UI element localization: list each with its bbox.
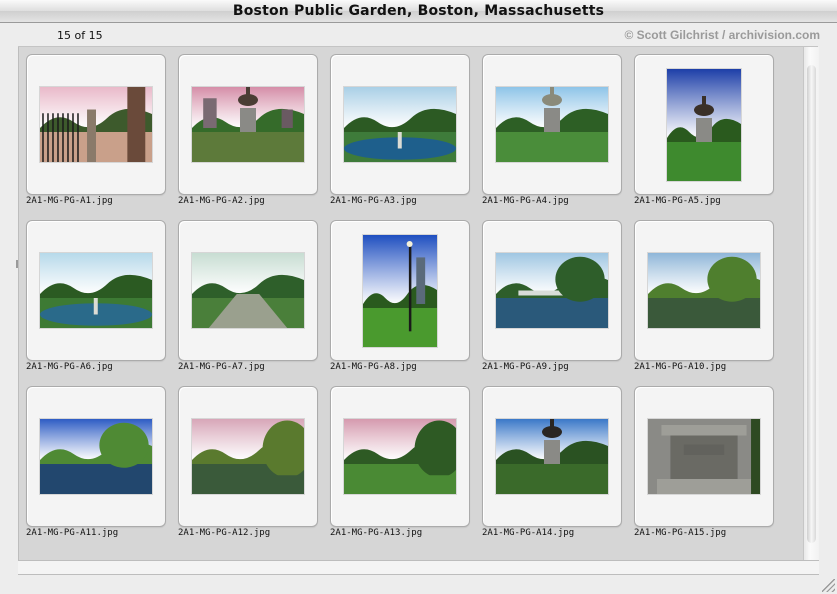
resize-grip-icon[interactable] — [822, 579, 835, 592]
thumbnail-item[interactable]: 2A1-MG-PG-A12.jpg — [178, 386, 318, 546]
thumbnail-image[interactable] — [192, 87, 304, 162]
copyright-notice: © Scott Gilchrist / archivision.com — [624, 28, 820, 42]
thumbnail-item[interactable]: 2A1-MG-PG-A11.jpg — [26, 386, 166, 546]
slide-mount[interactable] — [330, 54, 470, 195]
thumbnail-image[interactable] — [40, 87, 152, 162]
thumbnail-item[interactable]: 2A1-MG-PG-A7.jpg — [178, 220, 318, 380]
thumbnail-image[interactable] — [344, 87, 456, 162]
slide-mount[interactable] — [26, 220, 166, 361]
slide-mount[interactable] — [178, 54, 318, 195]
panel-edge-marker — [16, 260, 19, 268]
thumbnail-filename: 2A1-MG-PG-A8.jpg — [330, 362, 417, 372]
thumbnail-filename: 2A1-MG-PG-A5.jpg — [634, 196, 721, 206]
slide-mount[interactable] — [634, 220, 774, 361]
thumbnail-image[interactable] — [648, 253, 760, 328]
thumbnail-filename: 2A1-MG-PG-A13.jpg — [330, 528, 423, 538]
slide-mount[interactable] — [26, 386, 166, 527]
thumbnail-filename: 2A1-MG-PG-A7.jpg — [178, 362, 265, 372]
window-title-bar[interactable]: Boston Public Garden, Boston, Massachuse… — [0, 0, 837, 23]
thumbnail-item[interactable]: 2A1-MG-PG-A5.jpg — [634, 54, 774, 214]
thumbnail-image[interactable] — [648, 419, 760, 494]
image-count: 15 of 15 — [57, 29, 103, 42]
thumbnail-image[interactable] — [496, 253, 608, 328]
info-bar: 15 of 15 © Scott Gilchrist / archivision… — [0, 24, 837, 48]
slide-mount[interactable] — [634, 386, 774, 527]
thumbnail-item[interactable]: 2A1-MG-PG-A9.jpg — [482, 220, 622, 380]
thumbnail-filename: 2A1-MG-PG-A10.jpg — [634, 362, 727, 372]
slide-mount[interactable] — [178, 220, 318, 361]
thumbnail-filename: 2A1-MG-PG-A12.jpg — [178, 528, 271, 538]
slide-mount[interactable] — [26, 54, 166, 195]
thumbnail-image[interactable] — [40, 253, 152, 328]
thumbnail-item[interactable]: 2A1-MG-PG-A14.jpg — [482, 386, 622, 546]
slide-mount[interactable] — [482, 220, 622, 361]
thumbnail-item[interactable]: 2A1-MG-PG-A13.jpg — [330, 386, 470, 546]
thumbnail-filename: 2A1-MG-PG-A4.jpg — [482, 196, 569, 206]
slide-mount[interactable] — [330, 386, 470, 527]
horizontal-scrollbar[interactable] — [18, 560, 819, 575]
thumbnail-image[interactable] — [496, 87, 608, 162]
thumbnail-filename: 2A1-MG-PG-A3.jpg — [330, 196, 417, 206]
thumbnail-image[interactable] — [667, 69, 741, 181]
thumbnail-image[interactable] — [192, 253, 304, 328]
thumbnail-image[interactable] — [496, 419, 608, 494]
thumbnail-filename: 2A1-MG-PG-A9.jpg — [482, 362, 569, 372]
thumbnail-filename: 2A1-MG-PG-A14.jpg — [482, 528, 575, 538]
thumbnail-filename: 2A1-MG-PG-A11.jpg — [26, 528, 119, 538]
slide-mount[interactable] — [330, 220, 470, 361]
thumbnail-item[interactable]: 2A1-MG-PG-A2.jpg — [178, 54, 318, 214]
thumbnail-item[interactable]: 2A1-MG-PG-A3.jpg — [330, 54, 470, 214]
thumbnail-item[interactable]: 2A1-MG-PG-A6.jpg — [26, 220, 166, 380]
thumbnail-image[interactable] — [344, 419, 456, 494]
thumbnail-item[interactable]: 2A1-MG-PG-A10.jpg — [634, 220, 774, 380]
thumbnail-image[interactable] — [363, 235, 437, 347]
slide-mount[interactable] — [634, 54, 774, 195]
thumbnail-filename: 2A1-MG-PG-A6.jpg — [26, 362, 113, 372]
thumbnail-item[interactable]: 2A1-MG-PG-A8.jpg — [330, 220, 470, 380]
window-title: Boston Public Garden, Boston, Massachuse… — [232, 3, 605, 19]
thumbnail-filename: 2A1-MG-PG-A1.jpg — [26, 196, 113, 206]
slide-mount[interactable] — [482, 386, 622, 527]
thumbnail-item[interactable]: 2A1-MG-PG-A15.jpg — [634, 386, 774, 546]
thumbnail-grid: 2A1-MG-PG-A1.jpg 2A1-MG-PG-A2.jpg 2A1-MG… — [18, 47, 803, 560]
thumbnail-image[interactable] — [40, 419, 152, 494]
slide-mount[interactable] — [178, 386, 318, 527]
thumbnail-item[interactable]: 2A1-MG-PG-A4.jpg — [482, 54, 622, 214]
thumbnail-image[interactable] — [192, 419, 304, 494]
vertical-scrollbar[interactable] — [803, 47, 819, 560]
thumbnail-item[interactable]: 2A1-MG-PG-A1.jpg — [26, 54, 166, 214]
scrollbar-track[interactable] — [807, 65, 816, 543]
slide-mount[interactable] — [482, 54, 622, 195]
thumbnail-filename: 2A1-MG-PG-A15.jpg — [634, 528, 727, 538]
thumbnail-filename: 2A1-MG-PG-A2.jpg — [178, 196, 265, 206]
